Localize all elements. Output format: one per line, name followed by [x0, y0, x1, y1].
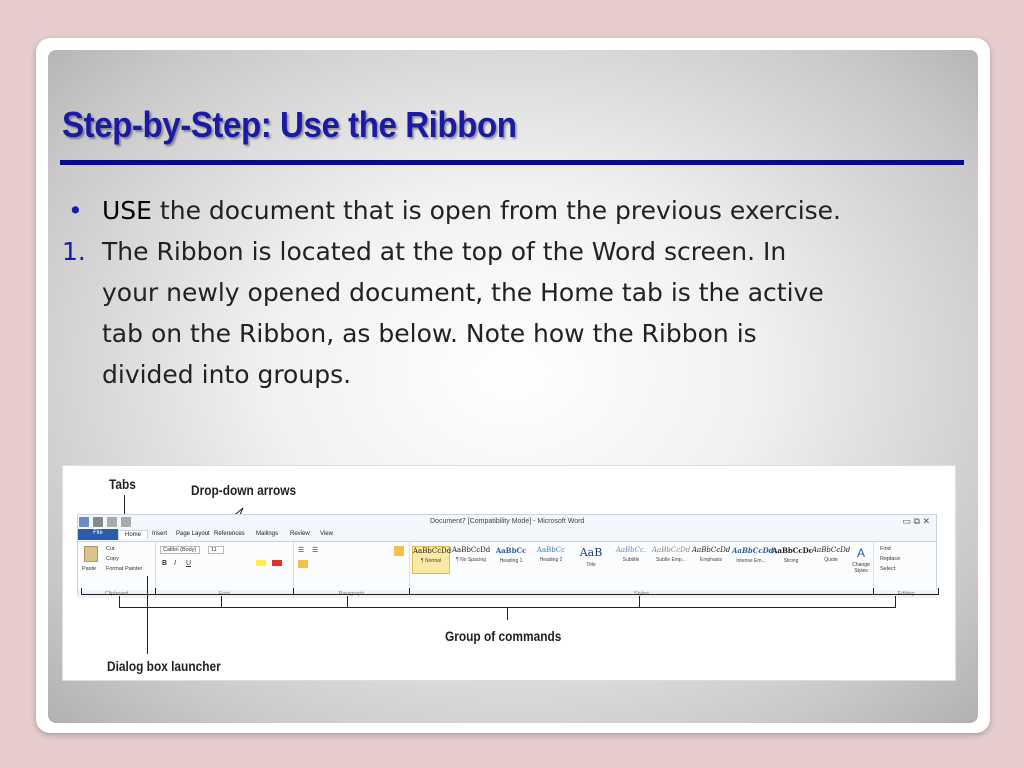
style-title[interactable]: AaB Title — [572, 546, 610, 574]
group-bracket-leg — [221, 596, 222, 608]
slide-body: • USE the document that is open from the… — [62, 190, 962, 395]
annotation-dialog-launcher: Dialog box launcher — [107, 658, 221, 674]
group-pointer — [507, 608, 508, 620]
group-font: Calibri (Body) 11 B I U Font — [156, 542, 294, 598]
redo-icon[interactable] — [120, 517, 131, 527]
slide-title: Step-by-Step: Use the Ribbon — [62, 104, 517, 145]
show-marks-icon[interactable] — [394, 546, 404, 556]
style-strong[interactable]: AaBbCcDc Strong — [772, 546, 813, 574]
bullets-icon[interactable]: ☰ — [298, 546, 304, 554]
tab-references[interactable]: References — [208, 530, 251, 538]
annotation-tabs: Tabs — [109, 476, 136, 492]
tab-home[interactable]: Home — [118, 530, 149, 539]
style-intense-emphasis[interactable]: AaBbCcDd Intense Em... — [732, 546, 774, 574]
paste-icon[interactable] — [84, 546, 98, 562]
step-1-line-1: The Ribbon is located at the top of the … — [102, 237, 787, 266]
font-name-select[interactable]: Calibri (Body) — [160, 546, 200, 554]
group-styles: AaBbCcDd ¶ Normal AaBbCcDd ¶ No Spacing Aa… — [410, 542, 874, 598]
step-1-line-2: your newly opened document, the Home tab… — [102, 278, 824, 307]
style-subtitle[interactable]: AaBbCc. Subtitle — [612, 546, 650, 574]
bullet-use-text: the document that is open from the previ… — [151, 196, 841, 225]
step-1-line-4: divided into groups. — [102, 360, 352, 389]
style-emphasis[interactable]: AaBbCcDd Emphasis — [692, 546, 730, 574]
font-color-icon[interactable] — [272, 560, 282, 566]
ribbon-figure: Tabs Drop-down arrows Document7 [Compati… — [62, 465, 956, 681]
ribbon-tabs: File Home Insert Page Layout References … — [78, 529, 936, 541]
bold-button[interactable]: B — [162, 560, 167, 567]
annotation-group-of-commands: Group of commands — [445, 628, 562, 644]
window-controls[interactable]: ▭ ⧉ ✕ — [903, 516, 930, 527]
group-bracket-leg — [347, 596, 348, 608]
keyword-use: USE — [102, 196, 152, 225]
undo-icon[interactable] — [106, 517, 117, 527]
copy-button[interactable]: Copy — [106, 556, 119, 562]
change-styles-button[interactable]: Change Styles — [850, 562, 872, 574]
style-subtle-emphasis[interactable]: AaBbCcDd Subtle Emp... — [652, 546, 690, 574]
word-icon — [79, 517, 89, 527]
bullet-use: • USE the document that is open from the… — [62, 190, 962, 231]
pointer-launcher — [147, 576, 148, 654]
cut-button[interactable]: Cut — [106, 546, 115, 552]
bracket-tick — [409, 588, 410, 595]
style-no-spacing[interactable]: AaBbCcDd ¶ No Spacing — [452, 546, 490, 574]
style-heading-1[interactable]: AaBbCc Heading 1 — [492, 546, 530, 574]
style-heading-2[interactable]: AaBbCc Heading 2 — [532, 546, 570, 574]
tab-mailings[interactable]: Mailings — [250, 530, 284, 538]
bracket-tick — [155, 588, 156, 595]
word-window: Document7 [Compatibility Mode] - Microso… — [77, 514, 938, 598]
step-1: 1. The Ribbon is located at the top of t… — [62, 231, 962, 395]
bracket-tick — [938, 588, 939, 595]
replace-button[interactable]: Replace — [880, 556, 900, 562]
window-title: Document7 [Compatibility Mode] - Microso… — [430, 518, 585, 525]
group-bracket-top — [81, 594, 939, 595]
style-normal[interactable]: AaBbCcDd ¶ Normal — [412, 546, 451, 574]
step-number: 1. — [62, 237, 86, 266]
step-1-line-3: tab on the Ribbon, as below. Note how th… — [102, 319, 757, 348]
font-size-select[interactable]: 11 — [208, 546, 224, 554]
group-editing: A Change Styles Find Replace Select Edit… — [852, 542, 938, 598]
align-left-icon[interactable] — [298, 560, 308, 568]
underline-button[interactable]: U — [186, 560, 191, 567]
bracket-tick — [81, 588, 82, 595]
select-button[interactable]: Select — [880, 566, 895, 572]
tab-insert[interactable]: Insert — [146, 530, 173, 538]
tab-review[interactable]: Review — [284, 530, 316, 538]
group-paragraph: ☰ ☰ Paragraph — [294, 542, 410, 598]
paste-button[interactable]: Paste — [82, 566, 96, 572]
highlight-color-icon[interactable] — [256, 560, 266, 566]
group-clipboard: Paste Cut Copy Format Painter Clipboard — [78, 542, 156, 598]
bracket-tick — [293, 588, 294, 595]
tab-view[interactable]: View — [314, 530, 339, 538]
save-icon[interactable] — [92, 517, 103, 527]
title-underline — [60, 160, 964, 165]
bullet-dot: • — [68, 196, 83, 225]
find-button[interactable]: Find — [880, 546, 891, 552]
change-styles-icon[interactable]: A — [852, 546, 870, 560]
numbering-icon[interactable]: ☰ — [312, 546, 318, 554]
bracket-tick — [873, 588, 874, 595]
format-painter-button[interactable]: Format Painter — [106, 566, 142, 572]
ribbon: Paste Cut Copy Format Painter Clipboard … — [78, 541, 938, 598]
group-bracket-leg — [639, 596, 640, 608]
tab-file[interactable]: File — [78, 529, 118, 540]
italic-button[interactable]: I — [174, 560, 176, 567]
style-quote[interactable]: AaBbCcDd Quote — [812, 546, 850, 574]
annotation-dropdown-arrows: Drop-down arrows — [191, 482, 297, 498]
